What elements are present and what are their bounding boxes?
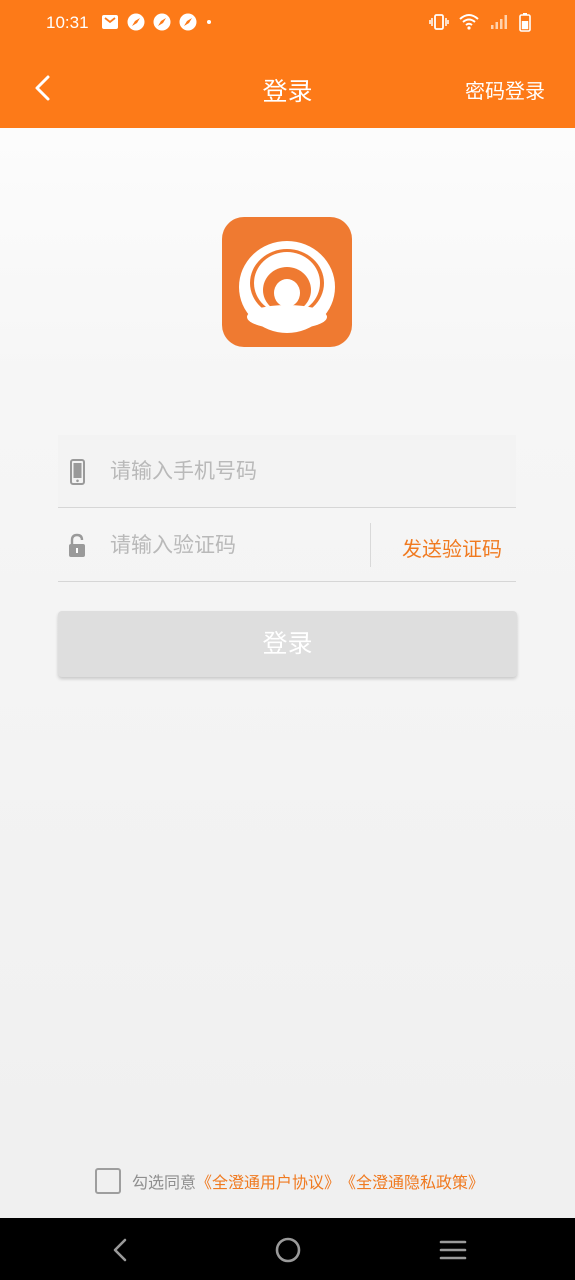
navigation-icon: [179, 13, 197, 31]
privacy-policy-link[interactable]: 《全澄通隐私政策》: [340, 1169, 484, 1193]
app-bar: 登录 密码登录: [0, 48, 575, 128]
system-icons: [429, 12, 531, 32]
app-logo-mark: [239, 241, 335, 333]
send-code-button[interactable]: 发送验证码: [402, 533, 502, 562]
status-bar: 10:31: [0, 0, 575, 48]
agreement-checkbox[interactable]: [95, 1168, 121, 1194]
status-time: 10:31: [46, 13, 89, 32]
signal-icon: [491, 15, 507, 29]
login-button[interactable]: 登录: [58, 611, 517, 677]
vibrate-icon: [429, 14, 449, 30]
battery-icon: [519, 13, 531, 32]
user-agreement-link[interactable]: 《全澄通用户协议》: [196, 1169, 340, 1193]
phone-field: [58, 435, 516, 508]
field-divider: [370, 523, 371, 567]
nav-home-icon[interactable]: [273, 1235, 303, 1265]
verification-code-field: 发送验证码: [58, 509, 516, 582]
agreement-row: 勾选同意 《全澄通用户协议》 《全澄通隐私政策》: [95, 1166, 515, 1196]
navigation-icon: [127, 13, 145, 31]
navigation-icon: [153, 13, 171, 31]
nav-back-icon[interactable]: [106, 1235, 136, 1265]
dot-icon: [207, 20, 211, 24]
notification-icons: [101, 13, 217, 31]
phone-icon: [70, 459, 85, 485]
wifi-icon: [459, 14, 479, 30]
verification-code-input[interactable]: [110, 527, 360, 563]
mail-icon: [102, 15, 118, 29]
password-login-link[interactable]: 密码登录: [465, 75, 545, 104]
nav-menu-icon[interactable]: [438, 1235, 468, 1265]
phone-input[interactable]: [110, 453, 410, 489]
system-navigation-bar: [0, 1218, 575, 1280]
app-logo: [222, 217, 352, 347]
lock-icon: [69, 533, 85, 557]
agreement-prefix: 勾选同意: [132, 1173, 197, 1192]
